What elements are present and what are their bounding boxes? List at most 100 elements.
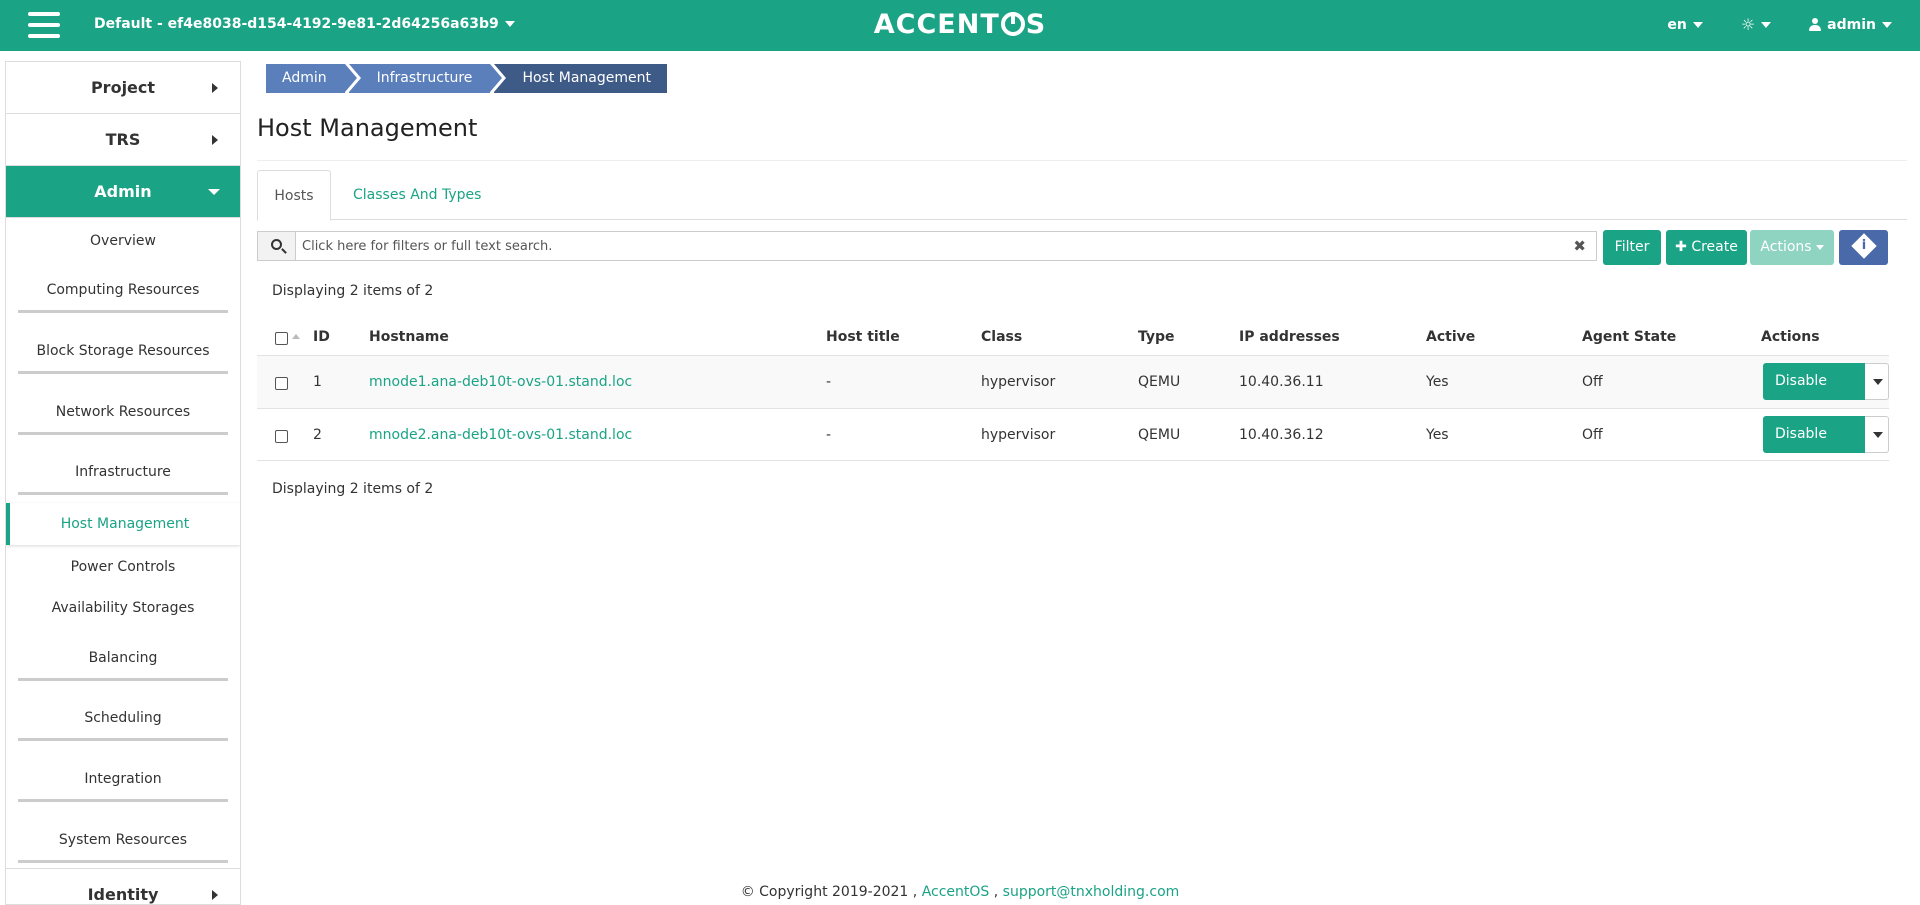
cell-class: hypervisor [981,427,1056,443]
column-header-actions: Actions [1761,329,1820,345]
chevron-down-icon [208,189,220,195]
row-actions-dropdown-toggle[interactable] [1865,416,1889,453]
sidebar-item-network-resources[interactable]: Network Resources [6,401,240,435]
user-icon [1809,18,1822,31]
column-header-id[interactable]: ID [313,319,330,355]
sidebar-section-project[interactable]: Project [6,62,240,114]
sidebar-item-scheduling[interactable]: Scheduling [6,707,240,741]
project-selector-label: Default - ef4e8038-d154-4192-9e81-2d6425… [94,16,499,32]
accentos-link[interactable]: AccentOS [922,884,990,900]
project-selector[interactable]: Default - ef4e8038-d154-4192-9e81-2d6425… [94,16,515,32]
cell-active: Yes [1426,374,1449,390]
column-header-type[interactable]: Type [1138,319,1175,355]
row-actions-dropdown-toggle[interactable] [1865,363,1889,400]
cell-ip-addresses: 10.40.36.12 [1239,427,1324,443]
chevron-down-icon [1692,21,1703,28]
user-name: admin [1827,16,1876,33]
row-action-group: Disable DCC [1763,416,1889,479]
tab-hosts[interactable]: Hosts [257,170,331,221]
select-all-checkbox[interactable] [275,332,288,345]
breadcrumb: Admin Infrastructure Host Management [266,64,671,93]
sidebar-section-label: Admin [94,182,152,201]
sidebar-item-host-management[interactable]: Host Management [6,503,240,545]
search-input[interactable] [302,232,1552,260]
sidebar-item-balancing[interactable]: Balancing [6,647,240,681]
chevron-right-icon [212,135,218,145]
search-icon [271,239,282,250]
sun-icon: ☼ [1740,15,1756,34]
copyright-text: © Copyright 2019-2021 , [740,884,918,900]
column-header-class[interactable]: Class [981,319,1022,355]
create-button-label: Create [1691,239,1738,255]
chevron-down-icon [504,21,515,27]
hosts-table: ID Hostname Host title Class Type IP add… [257,319,1889,479]
column-header-ip-addresses[interactable]: IP addresses [1239,319,1340,355]
cell-type: QEMU [1138,427,1181,443]
help-button[interactable]: i [1839,230,1888,265]
filter-button-label: Filter [1614,239,1650,255]
sidebar-item-infrastructure[interactable]: Infrastructure [6,461,240,495]
cell-ip-addresses: 10.40.36.11 [1239,374,1324,390]
sidebar-item-availability-storages[interactable]: Availability Storages [6,597,240,619]
sidebar: Project TRS Admin Overview Computing Res… [5,61,241,905]
items-count: Displaying 2 items of 2 [272,283,434,299]
chevron-right-icon [212,83,218,93]
cell-agent-state: Off [1582,374,1603,390]
cell-class: hypervisor [981,374,1056,390]
clear-icon[interactable]: ✖ [1573,237,1586,255]
search-bar: ✖ [257,231,1597,261]
sidebar-item-system-resources[interactable]: System Resources [6,829,240,863]
column-header-active[interactable]: Active [1426,319,1475,355]
tab-classes-and-types[interactable]: Classes And Types [353,170,481,221]
column-header-host-title[interactable]: Host title [826,319,900,355]
disable-dcc-button[interactable]: Disable DCC [1763,416,1866,479]
table-header: ID Hostname Host title Class Type IP add… [257,319,1889,355]
theme-selector[interactable]: ☼ [1740,15,1772,34]
actions-button[interactable]: Actions [1750,230,1834,265]
language-label: en [1667,16,1687,33]
create-button[interactable]: ✚ Create [1666,230,1747,265]
items-count-bottom: Displaying 2 items of 2 [272,481,434,497]
sidebar-item-block-storage-resources[interactable]: Block Storage Resources [6,340,240,374]
table-row: 2 mnode2.ana-deb10t-ovs-01.stand.loc - h… [257,408,1889,479]
row-checkbox[interactable] [275,377,288,390]
disable-dcc-button[interactable]: Disable DCC [1763,363,1866,426]
sidebar-section-admin[interactable]: Admin [6,166,240,218]
plus-icon: ✚ [1675,239,1687,255]
cell-id: 2 [313,427,322,443]
breadcrumb-admin[interactable]: Admin [266,64,357,93]
hostname-link[interactable]: mnode2.ana-deb10t-ovs-01.stand.loc [369,409,632,462]
breadcrumb-infrastructure[interactable]: Infrastructure [348,64,503,93]
user-menu[interactable]: admin [1809,17,1892,33]
chevron-down-icon [1761,21,1772,28]
hamburger-menu-icon[interactable] [28,12,60,38]
hostname-link[interactable]: mnode1.ana-deb10t-ovs-01.stand.loc [369,356,632,409]
cell-type: QEMU [1138,374,1181,390]
sidebar-section-label: TRS [105,130,141,149]
support-email-link[interactable]: support@tnxholding.com [1003,884,1180,900]
page-title: Host Management [257,114,478,142]
cell-agent-state: Off [1582,427,1603,443]
cell-host-title: - [826,374,832,390]
sidebar-item-computing-resources[interactable]: Computing Resources [6,279,240,313]
sidebar-section-label: Project [90,78,156,97]
footer: © Copyright 2019-2021 , AccentOS , suppo… [0,884,1920,900]
column-header-agent-state[interactable]: Agent State [1582,319,1676,355]
chevron-down-icon [1815,244,1824,250]
sidebar-item-integration[interactable]: Integration [6,768,240,802]
language-selector[interactable]: en [1667,16,1703,33]
breadcrumb-host-management: Host Management [494,64,667,93]
sidebar-section-trs[interactable]: TRS [6,114,240,166]
footer-separator: , [993,884,999,900]
sidebar-item-power-controls[interactable]: Power Controls [6,556,240,578]
search-icon-addon [258,232,296,260]
cell-active: Yes [1426,427,1449,443]
actions-button-label: Actions [1760,239,1812,255]
chevron-down-icon [1882,21,1892,28]
column-header-hostname[interactable]: Hostname [369,319,449,355]
sort-icon[interactable] [292,334,300,339]
sidebar-item-overview[interactable]: Overview [6,230,240,252]
filter-button[interactable]: Filter [1603,230,1661,265]
cell-id: 1 [313,374,322,390]
row-checkbox[interactable] [275,430,288,443]
